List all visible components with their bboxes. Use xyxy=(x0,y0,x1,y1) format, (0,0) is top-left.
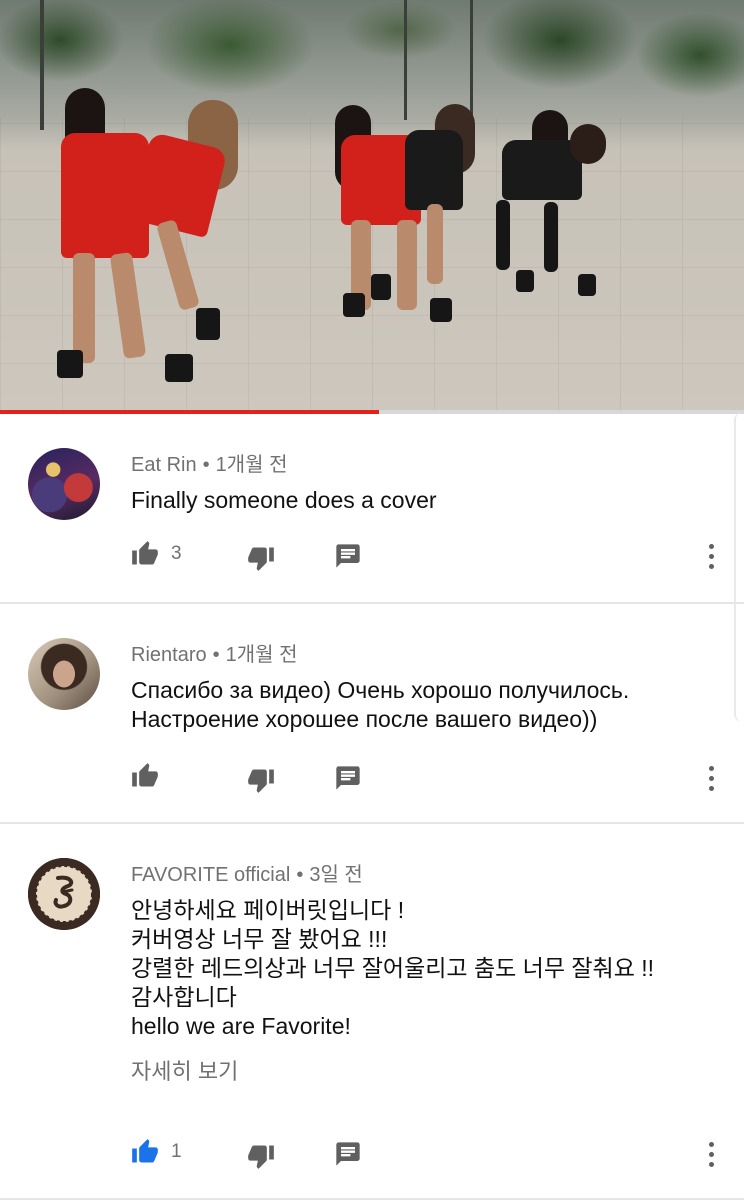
thumb-up-icon[interactable] xyxy=(131,1138,159,1171)
comment-actions: 1 xyxy=(131,1138,731,1170)
comment-author[interactable]: Eat Rin xyxy=(131,454,197,476)
like-count: 1 xyxy=(171,1141,182,1162)
thumb-up-icon[interactable] xyxy=(131,762,159,795)
thumb-down-icon[interactable] xyxy=(247,544,275,577)
like-count: 3 xyxy=(171,543,182,564)
comment-text-line: Спасибо за видео) Очень хорошо получилос… xyxy=(131,677,630,703)
comment-meta: Eat Rin • 1개월 전 xyxy=(131,448,288,477)
comment-time: 1개월 전 xyxy=(225,644,298,666)
read-more-link[interactable]: 자세히 보기 xyxy=(131,1054,238,1086)
comment-text-line: 강렬한 레드의상과 너무 잘어울리고 춤도 너무 잘춰요 !! xyxy=(131,955,655,981)
more-vert-icon[interactable] xyxy=(706,1142,716,1168)
comment-author[interactable]: FAVORITE official xyxy=(131,864,290,886)
reply-comment-icon[interactable] xyxy=(334,1140,362,1173)
thumb-down-icon[interactable] xyxy=(247,766,275,799)
video-lamp-post xyxy=(470,0,473,115)
thumb-up-icon[interactable] xyxy=(131,540,159,573)
video-lamp-post xyxy=(40,0,44,130)
comment-actions xyxy=(131,762,731,794)
comment-actions: 3 xyxy=(131,540,731,572)
comment-item: Eat Rin • 1개월 전 Finally someone does a cov… xyxy=(0,414,744,604)
comment-author[interactable]: Rientaro xyxy=(131,644,207,666)
comment-meta: Rientaro • 1개월 전 xyxy=(131,638,298,667)
comment-text-line: hello we are Favorite! xyxy=(131,1013,351,1039)
video-lamp-post xyxy=(404,0,407,120)
comment-text-line: Finally someone does a cover xyxy=(131,487,437,513)
thumb-down-icon[interactable] xyxy=(247,1142,275,1175)
comment-text: 안녕하세요 페이버릿입니다 ! 커버영상 너무 잘 봤어요 !!! 강렬한 레드… xyxy=(131,896,721,1041)
comment-item: FAVORITE official • 3일 전 안녕하세요 페이버릿입니다 ! 커… xyxy=(0,824,744,1200)
comment-text: Finally someone does a cover xyxy=(131,486,721,515)
comment-text-line: 안녕하세요 페이버릿입니다 ! xyxy=(131,897,405,923)
avatar[interactable] xyxy=(28,448,100,520)
meta-separator: • xyxy=(212,644,220,666)
comment-text-line: Настроение хорошее после вашего видео)) xyxy=(131,706,598,732)
comment-time: 3일 전 xyxy=(309,864,363,886)
avatar[interactable] xyxy=(28,638,100,710)
meta-separator: • xyxy=(202,454,210,476)
meta-separator: • xyxy=(296,864,304,886)
comment-text-line: 감사합니다 xyxy=(131,984,237,1010)
avatar[interactable] xyxy=(28,858,100,930)
comment-time: 1개월 전 xyxy=(215,454,288,476)
video-background-trees xyxy=(0,0,744,125)
reply-comment-icon[interactable] xyxy=(334,764,362,797)
comment-text-line: 커버영상 너무 잘 봤어요 !!! xyxy=(131,926,388,952)
comment-meta: FAVORITE official • 3일 전 xyxy=(131,858,363,887)
more-vert-icon[interactable] xyxy=(706,766,716,792)
more-vert-icon[interactable] xyxy=(706,544,716,570)
comment-item: Rientaro • 1개월 전 Спасибо за видео) Очень х… xyxy=(0,604,744,824)
video-player[interactable] xyxy=(0,0,744,412)
favorite-logo-icon xyxy=(35,865,93,923)
reply-comment-icon[interactable] xyxy=(334,542,362,575)
comment-text: Спасибо за видео) Очень хорошо получилос… xyxy=(131,676,721,734)
